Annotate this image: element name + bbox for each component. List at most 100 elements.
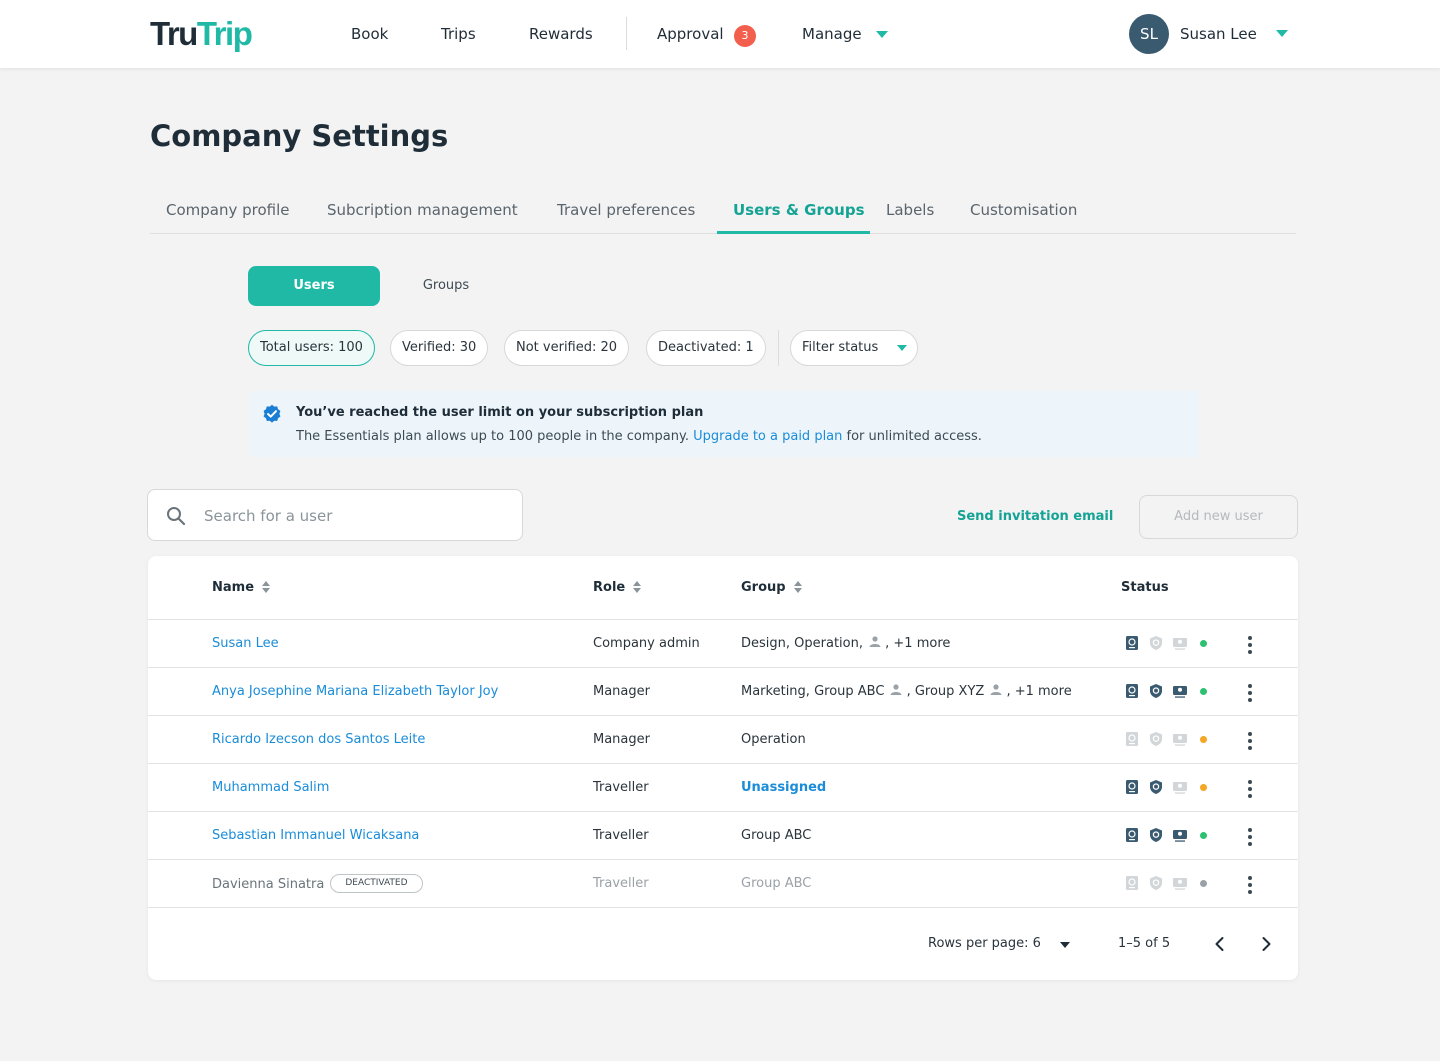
passport-icon	[1126, 876, 1138, 890]
status-dot	[1200, 688, 1207, 695]
user-status-icons	[1124, 827, 1214, 845]
rows-per-page-caret-down-icon[interactable]	[1060, 942, 1070, 948]
user-status-icons	[1124, 875, 1214, 893]
chip-deactivated[interactable]: Deactivated: 1	[646, 330, 766, 366]
sort-icon	[262, 580, 271, 593]
person-icon	[990, 684, 1002, 695]
more-groups-link[interactable]: +1 more	[1015, 684, 1072, 699]
user-role: Traveller	[593, 780, 649, 795]
user-limit-notice: You’ve reached the user limit on your su…	[248, 391, 1198, 457]
id-card-icon	[1173, 638, 1187, 650]
filter-status-dropdown[interactable]: Filter status	[790, 330, 918, 366]
status-dot	[1200, 832, 1207, 839]
page-title: Company Settings	[150, 119, 449, 153]
settings-tabs: Company profile Subcription management T…	[150, 190, 1296, 234]
user-role: Traveller	[593, 876, 649, 891]
notice-body: The Essentials plan allows up to 100 peo…	[296, 429, 982, 444]
nav-manage[interactable]: Manage	[802, 24, 862, 44]
chip-not-verified[interactable]: Not verified: 20	[504, 330, 630, 366]
status-dot	[1200, 880, 1207, 887]
trutrip-logo[interactable]: TruTrip	[150, 14, 253, 54]
id-card-icon	[1173, 830, 1187, 842]
upgrade-plan-link[interactable]: Upgrade to a paid plan	[693, 429, 842, 444]
passport-icon	[1126, 828, 1138, 842]
deactivated-badge: DEACTIVATED	[330, 874, 423, 893]
chevron-left-icon[interactable]	[1210, 934, 1230, 954]
sort-icon	[793, 580, 802, 593]
user-status-icons	[1124, 731, 1214, 749]
sort-icon	[633, 580, 642, 593]
chip-verified[interactable]: Verified: 30	[390, 330, 489, 366]
shield-icon	[1150, 684, 1162, 698]
row-menu-kebab-icon[interactable]	[1246, 828, 1254, 846]
tab-travel-preferences[interactable]: Travel preferences	[557, 200, 695, 220]
shield-icon	[1150, 876, 1162, 890]
user-name-link[interactable]: Susan Lee	[212, 635, 279, 653]
user-role: Traveller	[593, 828, 649, 843]
user-name-link[interactable]: Davienna Sinatra DEACTIVATED	[212, 874, 423, 894]
id-card-icon	[1173, 734, 1187, 746]
user-groups: Marketing, Group ABC , Group XYZ , +1 mo…	[741, 684, 1072, 699]
passport-icon	[1126, 684, 1138, 698]
user-avatar[interactable]: SL	[1129, 14, 1169, 54]
user-groups: Group ABC	[741, 828, 812, 843]
user-status-icons	[1124, 635, 1214, 653]
manage-caret-down-icon[interactable]	[876, 31, 888, 38]
table-row: Susan Lee Company admin Design, Operatio…	[148, 620, 1298, 668]
nav-trips[interactable]: Trips	[441, 24, 476, 44]
add-new-user-button[interactable]: Add new user	[1139, 495, 1298, 539]
search-icon	[167, 507, 186, 526]
approval-count-badge: 3	[734, 25, 756, 47]
segment-groups-button[interactable]: Groups	[380, 266, 512, 306]
status-dot	[1200, 736, 1207, 743]
column-header-name[interactable]: Name	[212, 580, 271, 596]
person-icon	[890, 684, 902, 695]
page-range: 1–5 of 5	[1118, 936, 1171, 951]
search-input[interactable]	[204, 504, 504, 528]
user-name-link[interactable]: Ricardo Izecson dos Santos Leite	[212, 731, 425, 749]
filter-caret-down-icon	[897, 345, 907, 351]
id-card-icon	[1173, 686, 1187, 698]
table-row: Sebastian Immanuel Wicaksana Traveller G…	[148, 812, 1298, 860]
user-search-box	[147, 489, 523, 541]
tab-labels[interactable]: Labels	[886, 200, 934, 220]
row-menu-kebab-icon[interactable]	[1246, 780, 1254, 798]
unassigned-group-link[interactable]: Unassigned	[741, 780, 826, 795]
user-name[interactable]: Susan Lee	[1180, 24, 1257, 44]
id-card-icon	[1173, 782, 1187, 794]
status-dot	[1200, 784, 1207, 791]
nav-rewards[interactable]: Rewards	[529, 24, 593, 44]
nav-approval[interactable]: Approval	[657, 24, 724, 44]
user-groups: Unassigned	[741, 779, 826, 797]
user-status-icons	[1124, 779, 1214, 797]
chevron-right-icon[interactable]	[1256, 934, 1276, 954]
more-groups-link[interactable]: +1 more	[893, 636, 950, 651]
verified-check-icon	[263, 404, 281, 423]
user-name-link[interactable]: Muhammad Salim	[212, 779, 329, 797]
row-menu-kebab-icon[interactable]	[1246, 876, 1254, 894]
chip-total-users[interactable]: Total users: 100	[248, 330, 375, 366]
segment-users-button[interactable]: Users	[248, 266, 380, 306]
send-invitation-email-button[interactable]: Send invitation email	[957, 508, 1113, 526]
nav-book[interactable]: Book	[351, 24, 388, 44]
user-menu-caret-down-icon[interactable]	[1276, 30, 1288, 37]
rows-per-page-select[interactable]: Rows per page: 6	[928, 936, 1041, 952]
column-header-role[interactable]: Role	[593, 580, 642, 596]
table-row: Davienna Sinatra DEACTIVATED Traveller Gr…	[148, 860, 1298, 908]
user-status-icons	[1124, 683, 1214, 701]
tab-subscription-management[interactable]: Subcription management	[327, 200, 518, 220]
row-menu-kebab-icon[interactable]	[1246, 684, 1254, 702]
chip-divider	[778, 330, 779, 366]
person-icon	[869, 636, 881, 647]
user-name-link[interactable]: Anya Josephine Mariana Elizabeth Taylor …	[212, 683, 498, 701]
users-table: Name Role Group Status Susan Lee Company…	[148, 556, 1298, 980]
user-name-link[interactable]: Sebastian Immanuel Wicaksana	[212, 827, 419, 845]
tab-company-profile[interactable]: Company profile	[166, 200, 290, 220]
table-row: Muhammad Salim Traveller Unassigned	[148, 764, 1298, 812]
tab-customisation[interactable]: Customisation	[970, 200, 1077, 220]
row-menu-kebab-icon[interactable]	[1246, 732, 1254, 750]
row-menu-kebab-icon[interactable]	[1246, 636, 1254, 654]
tab-users-groups[interactable]: Users & Groups	[733, 200, 865, 220]
column-header-group[interactable]: Group	[741, 580, 802, 596]
shield-icon	[1150, 780, 1162, 794]
